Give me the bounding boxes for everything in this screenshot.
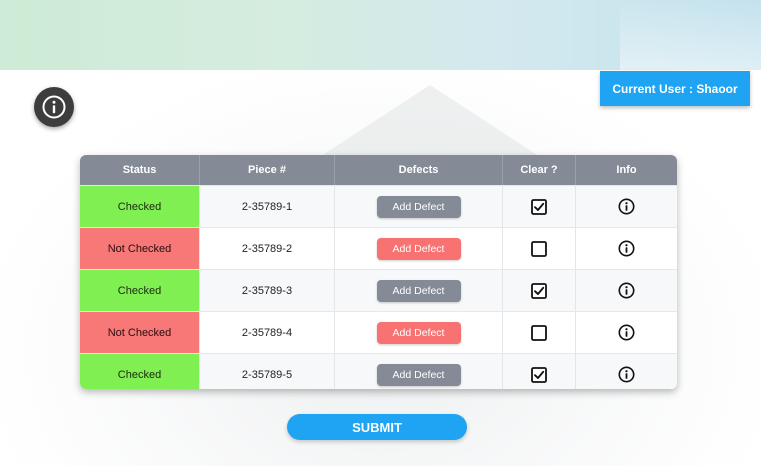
clear-cell[interactable] xyxy=(503,186,576,227)
status-cell: Not Checked xyxy=(80,312,200,353)
piece-number: 2-35789-5 xyxy=(241,368,293,381)
add-defect-button[interactable]: Add Defect xyxy=(376,195,461,218)
info-icon xyxy=(618,198,635,215)
table-row: Checked 2-35789-5 Add Defect xyxy=(80,353,677,389)
column-header-piece: Piece # xyxy=(200,155,335,185)
table-row: Checked 2-35789-3 Add Defect xyxy=(80,269,677,311)
current-user-label: Current User : Shaoor xyxy=(612,81,738,96)
add-defect-button[interactable]: Add Defect xyxy=(376,279,461,302)
current-user-badge[interactable]: Current User : Shaoor xyxy=(600,71,750,106)
clear-cell[interactable] xyxy=(503,228,576,269)
clear-cell[interactable] xyxy=(503,312,576,353)
submit-button[interactable]: SUBMIT xyxy=(287,414,467,440)
piece-cell: 2-35789-3 xyxy=(200,270,335,311)
info-cell[interactable] xyxy=(576,270,677,311)
info-cell[interactable] xyxy=(576,186,677,227)
piece-cell: 2-35789-1 xyxy=(200,186,335,227)
column-header-defects: Defects xyxy=(335,155,503,185)
info-icon xyxy=(618,282,635,299)
table-row: Checked 2-35789-1 Add Defect xyxy=(80,185,677,227)
header-glow xyxy=(620,0,761,70)
status-text: Not Checked xyxy=(107,326,172,339)
piece-cell: 2-35789-4 xyxy=(200,312,335,353)
checkbox-checked-icon xyxy=(531,366,547,383)
status-text: Checked xyxy=(117,368,162,381)
defects-cell: Add Defect xyxy=(335,228,503,269)
defects-cell: Add Defect xyxy=(335,312,503,353)
status-text: Checked xyxy=(117,284,162,297)
checkbox-checked-icon xyxy=(531,282,547,299)
piece-number: 2-35789-4 xyxy=(241,326,293,339)
help-button[interactable] xyxy=(34,87,74,127)
add-defect-button[interactable]: Add Defect xyxy=(376,363,461,386)
column-header-clear: Clear ? xyxy=(503,155,576,185)
info-icon xyxy=(618,366,635,383)
status-cell: Checked xyxy=(80,270,200,311)
status-text: Not Checked xyxy=(107,242,172,255)
info-cell[interactable] xyxy=(576,312,677,353)
piece-cell: 2-35789-2 xyxy=(200,228,335,269)
clear-cell[interactable] xyxy=(503,270,576,311)
status-cell: Checked xyxy=(80,354,200,389)
checkbox-empty-icon xyxy=(531,240,547,257)
table-row: Not Checked 2-35789-4 Add Defect xyxy=(80,311,677,353)
piece-number: 2-35789-3 xyxy=(241,284,293,297)
checkbox-empty-icon xyxy=(531,324,547,341)
column-header-status: Status xyxy=(80,155,200,185)
piece-cell: 2-35789-5 xyxy=(200,354,335,389)
table-row: Not Checked 2-35789-2 Add Defect xyxy=(80,227,677,269)
status-text: Checked xyxy=(117,200,162,213)
piece-number: 2-35789-2 xyxy=(241,242,293,255)
pieces-table: Status Piece # Defects Clear ? Info Chec… xyxy=(80,155,677,389)
clear-cell[interactable] xyxy=(503,354,576,389)
info-icon xyxy=(618,324,635,341)
defects-cell: Add Defect xyxy=(335,270,503,311)
table-body: Checked 2-35789-1 Add Defect Not Checked 2-3… xyxy=(80,185,677,389)
table-header-row: Status Piece # Defects Clear ? Info xyxy=(80,155,677,185)
info-cell[interactable] xyxy=(576,228,677,269)
status-cell: Checked xyxy=(80,186,200,227)
info-icon xyxy=(618,240,635,257)
add-defect-button[interactable]: Add Defect xyxy=(376,237,461,260)
column-header-info: Info xyxy=(616,164,637,176)
add-defect-button[interactable]: Add Defect xyxy=(376,321,461,344)
checkbox-checked-icon xyxy=(531,198,547,215)
info-cell[interactable] xyxy=(576,354,677,389)
defects-cell: Add Defect xyxy=(335,354,503,389)
status-cell: Not Checked xyxy=(80,228,200,269)
piece-number: 2-35789-1 xyxy=(241,200,293,213)
defects-cell: Add Defect xyxy=(335,186,503,227)
info-icon xyxy=(42,95,66,119)
